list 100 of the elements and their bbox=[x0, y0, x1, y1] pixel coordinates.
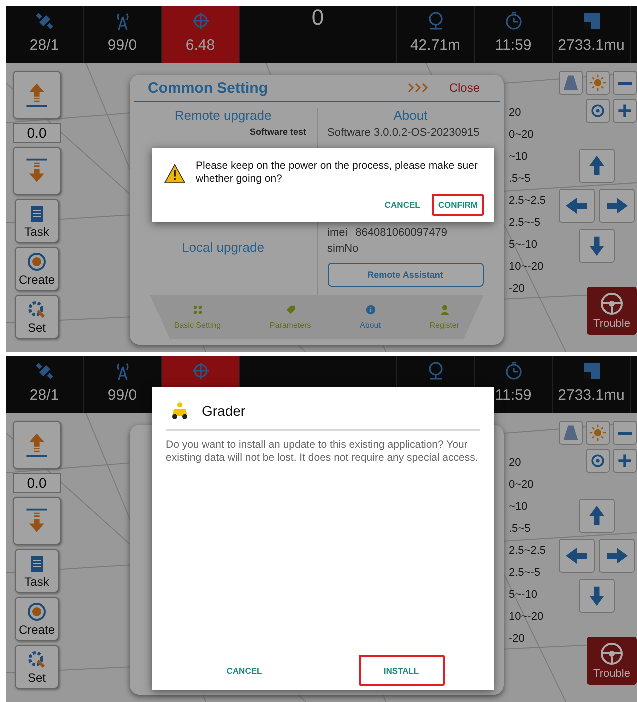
offset-field[interactable]: 0.0 bbox=[13, 473, 61, 493]
scale-label: 2.5~-5 bbox=[509, 567, 542, 579]
tool-button[interactable]: Set bbox=[15, 645, 59, 689]
zoom-in-button[interactable] bbox=[613, 99, 637, 123]
plus-icon bbox=[616, 102, 634, 120]
lower-button[interactable] bbox=[13, 147, 61, 195]
timer-icon bbox=[504, 361, 524, 381]
grid-icon bbox=[192, 304, 203, 314]
dialog-message: Please keep on the power on the process, please make suer whether going on? bbox=[196, 160, 479, 186]
satellite-icon bbox=[34, 11, 54, 31]
crosshair-icon bbox=[190, 361, 210, 381]
tool-button[interactable]: Set bbox=[15, 295, 59, 339]
trouble-button[interactable]: Trouble bbox=[587, 637, 637, 685]
scale-label: .5~5 bbox=[509, 173, 532, 185]
scale-label: ~10 bbox=[509, 151, 529, 163]
zoom-in-button[interactable] bbox=[613, 449, 637, 473]
settings-icon bbox=[27, 650, 47, 670]
scale-label: -20 bbox=[509, 633, 526, 645]
app-icon bbox=[170, 401, 190, 421]
locate-button[interactable] bbox=[586, 99, 610, 123]
test-label: Software test bbox=[250, 127, 306, 137]
close-button[interactable]: Close bbox=[443, 79, 486, 97]
left-arrow-icon bbox=[565, 195, 589, 217]
scale-label: 5~-10 bbox=[509, 589, 538, 601]
dialog-message: Do you want to install an update to this existing application? Your existing data will not be lost. It does not require any special access. bbox=[166, 439, 480, 466]
status-value: 11:59 bbox=[495, 37, 532, 54]
status-value: 28/1 bbox=[30, 387, 60, 404]
area-icon bbox=[582, 361, 602, 381]
steering-wheel-icon bbox=[600, 642, 624, 666]
move-left-button[interactable] bbox=[559, 539, 595, 573]
tool-button[interactable]: Task bbox=[15, 549, 59, 593]
scale-label: 0~20 bbox=[509, 129, 535, 141]
brightness-button[interactable] bbox=[586, 421, 610, 445]
right-arrow-icon bbox=[605, 545, 629, 567]
trouble-button[interactable]: Trouble bbox=[587, 287, 637, 335]
timer-icon bbox=[504, 11, 524, 31]
raise-button[interactable] bbox=[13, 71, 61, 119]
scale-label: 2.5~-5 bbox=[509, 217, 542, 229]
scale-label: 2.5~2.5 bbox=[509, 195, 548, 207]
imei-value: 864081060097479 bbox=[356, 227, 448, 239]
minus-icon bbox=[618, 432, 632, 434]
road-icon bbox=[562, 424, 580, 442]
tool-button[interactable]: Create bbox=[15, 597, 59, 641]
locate-icon bbox=[589, 102, 607, 120]
move-down-button[interactable] bbox=[579, 579, 615, 613]
section-heading: About bbox=[394, 108, 428, 123]
lower-button[interactable] bbox=[13, 497, 61, 545]
plus-icon bbox=[616, 452, 634, 470]
offset-field[interactable]: 0.0 bbox=[13, 123, 61, 143]
left-arrow-icon bbox=[565, 545, 589, 567]
status-value: 11:59 bbox=[495, 387, 532, 404]
tab[interactable]: About bbox=[360, 304, 381, 330]
scale-label: ~10 bbox=[509, 501, 529, 513]
status-value: 0 bbox=[312, 6, 324, 31]
sun-icon bbox=[589, 424, 607, 442]
move-up-button[interactable] bbox=[579, 149, 615, 183]
logo-icon bbox=[27, 252, 47, 272]
right-arrow-icon bbox=[605, 195, 629, 217]
scale-label: 20 bbox=[509, 457, 522, 469]
brightness-button[interactable] bbox=[586, 71, 610, 95]
tool-button[interactable]: Task bbox=[15, 199, 59, 243]
move-right-button[interactable] bbox=[599, 539, 635, 573]
raise-button[interactable] bbox=[13, 421, 61, 469]
zoom-out-button[interactable] bbox=[613, 71, 637, 95]
zoom-out-button[interactable] bbox=[613, 421, 637, 445]
logo-icon bbox=[27, 602, 47, 622]
settings-icon bbox=[27, 300, 47, 320]
person-icon bbox=[440, 304, 450, 314]
scale-label: 10~-20 bbox=[509, 611, 545, 623]
locate-button[interactable] bbox=[586, 449, 610, 473]
dialog-button[interactable]: CONFIRM bbox=[432, 194, 484, 216]
move-right-button[interactable] bbox=[599, 189, 635, 223]
local-upgrade-link[interactable]: Local upgrade bbox=[176, 239, 270, 256]
crosshair-icon bbox=[190, 11, 210, 31]
dialog-button[interactable]: CANCEL bbox=[378, 194, 426, 216]
scale-label: 20 bbox=[509, 107, 522, 119]
status-value: 2733.1mu bbox=[558, 387, 625, 404]
scale-label: 2.5~2.5 bbox=[509, 545, 548, 557]
move-up-button[interactable] bbox=[579, 499, 615, 533]
section-heading: Remote upgrade bbox=[174, 108, 272, 123]
minus-icon bbox=[618, 82, 632, 84]
lane-view-button[interactable] bbox=[559, 421, 583, 445]
move-down-button[interactable] bbox=[579, 229, 615, 263]
lane-view-button[interactable] bbox=[559, 71, 583, 95]
status-value: 2733.1mu bbox=[558, 37, 625, 54]
status-value: 99/0 bbox=[108, 387, 138, 404]
dialog-button[interactable]: INSTALL bbox=[358, 655, 444, 686]
move-left-button[interactable] bbox=[559, 189, 595, 223]
software-version: Software 3.0.0.2-OS-20230915 bbox=[328, 127, 480, 139]
remote-assistant-button[interactable]: Remote Assistant bbox=[328, 263, 484, 287]
info-icon bbox=[366, 304, 376, 314]
dialog-button[interactable]: CANCEL bbox=[202, 655, 288, 686]
locate-icon bbox=[589, 452, 607, 470]
scale-label: 5~-10 bbox=[509, 239, 538, 251]
status-value: 99/0 bbox=[108, 37, 138, 54]
scale-label: 10~-20 bbox=[509, 261, 545, 273]
tool-button[interactable]: Create bbox=[15, 247, 59, 291]
sun-icon bbox=[589, 74, 607, 92]
scale-label: 0~20 bbox=[509, 479, 535, 491]
imei-label: imei bbox=[328, 227, 348, 239]
